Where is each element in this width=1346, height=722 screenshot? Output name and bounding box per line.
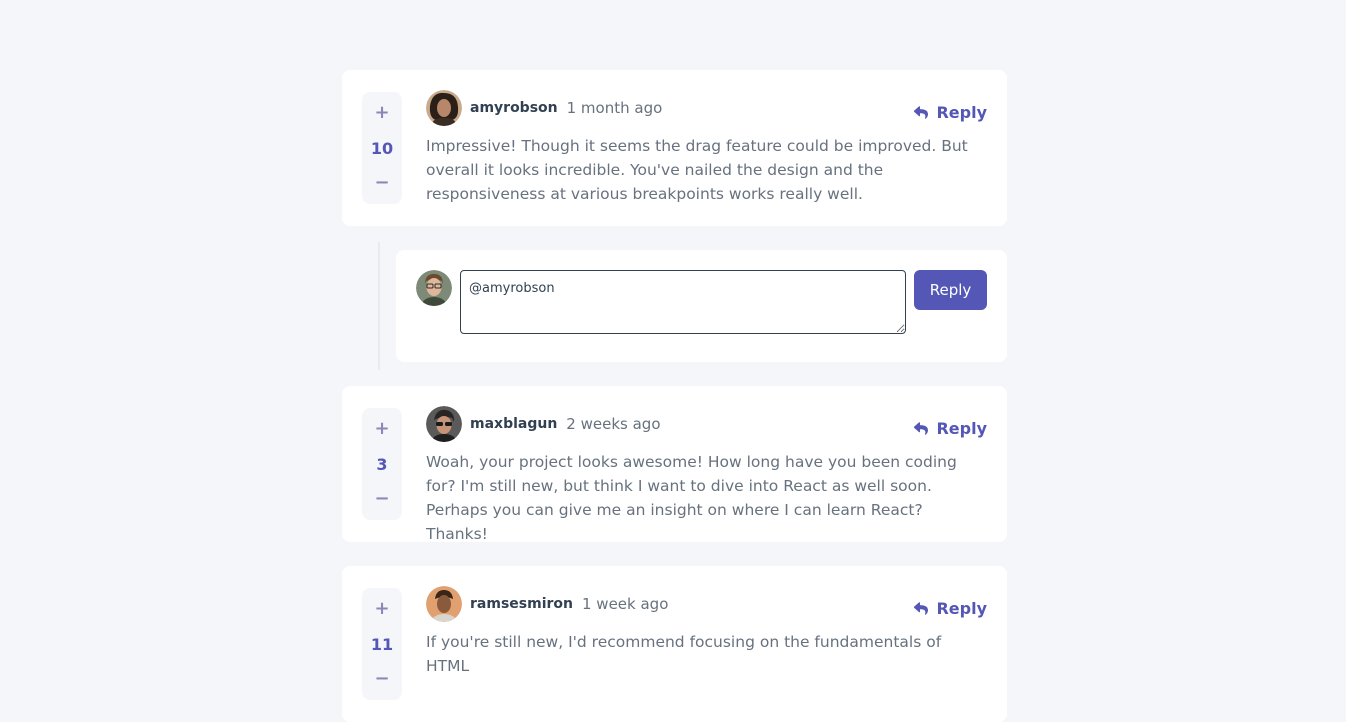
upvote-button[interactable]: + bbox=[362, 100, 402, 126]
reply-arrow-icon bbox=[914, 601, 929, 615]
reply-input[interactable] bbox=[460, 270, 906, 334]
timestamp: 2 weeks ago bbox=[566, 415, 661, 433]
upvote-button[interactable]: + bbox=[362, 416, 402, 442]
comment-body: If you're still new, I'd recommend focus… bbox=[426, 633, 942, 675]
downvote-button[interactable]: − bbox=[362, 486, 402, 512]
downvote-button[interactable]: − bbox=[362, 666, 402, 692]
avatar bbox=[426, 586, 462, 622]
thread-divider bbox=[378, 242, 380, 370]
current-user-avatar bbox=[416, 270, 452, 306]
reply-form: Reply bbox=[396, 250, 1007, 362]
comment-body: Woah, your project looks awesome! How lo… bbox=[426, 453, 957, 543]
comment-header: ramsesmiron 1 week ago Reply bbox=[426, 586, 987, 622]
comment-card: + 3 − maxblagun 2 weeks ago Reply Woah, … bbox=[342, 386, 1007, 543]
score-count: 3 bbox=[376, 454, 388, 474]
avatar bbox=[426, 90, 462, 126]
send-reply-button[interactable]: Reply bbox=[914, 270, 987, 310]
reply-button[interactable]: Reply bbox=[914, 419, 987, 438]
reply-label: Reply bbox=[936, 102, 987, 122]
comment-card: + 11 − ramsesmiron 1 week ago Reply If y… bbox=[342, 566, 1007, 722]
username[interactable]: maxblagun bbox=[470, 416, 557, 432]
reply-thread: Reply bbox=[342, 242, 1007, 370]
vote-control: + 3 − bbox=[362, 408, 402, 520]
avatar-maxblagun-icon bbox=[426, 406, 462, 442]
score-count: 10 bbox=[370, 138, 394, 158]
score-count: 11 bbox=[370, 634, 394, 654]
vote-control: + 11 − bbox=[362, 588, 402, 700]
comments-section: + 10 − amyrobson 1 month ago Reply Impre… bbox=[342, 70, 1007, 722]
comment-header: maxblagun 2 weeks ago Reply bbox=[426, 406, 987, 442]
comment-header: amyrobson 1 month ago Reply bbox=[426, 90, 987, 126]
reply-label: Reply bbox=[936, 418, 987, 438]
comment-card: + 10 − amyrobson 1 month ago Reply Impre… bbox=[342, 70, 1007, 226]
downvote-button[interactable]: − bbox=[362, 170, 402, 196]
avatar-amyrobson-icon bbox=[426, 90, 462, 126]
reply-label: Reply bbox=[936, 598, 987, 618]
username[interactable]: ramsesmiron bbox=[470, 596, 573, 612]
upvote-button[interactable]: + bbox=[362, 596, 402, 622]
timestamp: 1 week ago bbox=[581, 595, 669, 613]
avatar-juliusomo-icon bbox=[416, 270, 452, 306]
reply-button[interactable]: Reply bbox=[914, 599, 987, 618]
comment-body: Impressive! Though it seems the drag fea… bbox=[426, 137, 968, 203]
timestamp: 1 month ago bbox=[566, 99, 663, 117]
vote-control: + 10 − bbox=[362, 92, 402, 204]
reply-arrow-icon bbox=[914, 105, 929, 119]
avatar bbox=[426, 406, 462, 442]
username[interactable]: amyrobson bbox=[470, 100, 558, 116]
reply-button[interactable]: Reply bbox=[914, 103, 987, 122]
reply-arrow-icon bbox=[914, 421, 929, 435]
avatar-ramsesmiron-icon bbox=[426, 586, 462, 622]
